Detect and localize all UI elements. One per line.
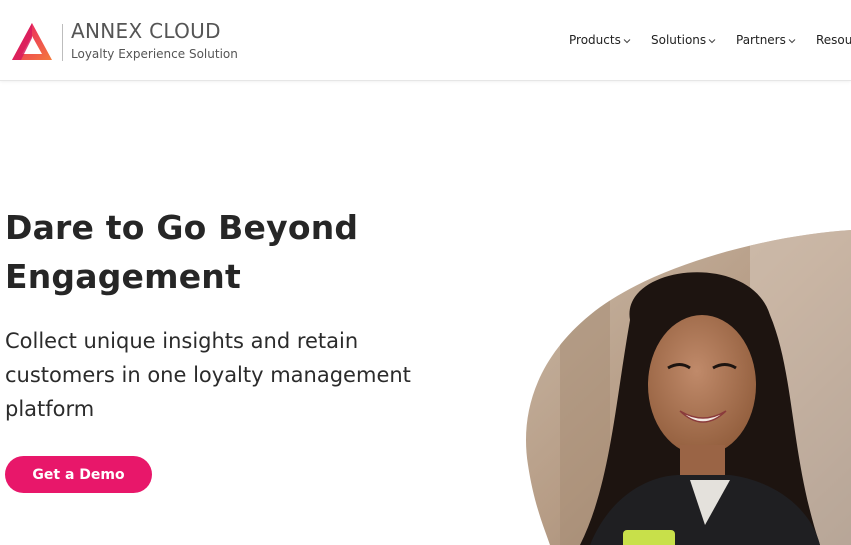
get-a-demo-button[interactable]: Get a Demo — [5, 456, 152, 493]
brand-name: ANNEX CLOUD — [71, 19, 221, 43]
chevron-down-icon — [623, 38, 631, 43]
chevron-down-icon — [708, 38, 716, 43]
nav-item-label: Partners — [736, 33, 786, 47]
hero-subtitle: Collect unique insights and retain custo… — [5, 329, 411, 421]
chevron-down-icon — [788, 38, 796, 43]
nav-item-partners[interactable]: Partners — [736, 33, 796, 47]
hero-title-line2: Engagement — [5, 257, 241, 296]
logo-divider — [62, 24, 63, 61]
brand-tagline: Loyalty Experience Solution — [71, 47, 238, 61]
nav-item-resources[interactable]: Resou — [816, 33, 851, 47]
hero-title-line1: Dare to Go Beyond — [5, 208, 359, 247]
nav-item-label: Solutions — [651, 33, 707, 47]
hero-photo — [525, 230, 851, 545]
site-header: ANNEX CLOUD Loyalty Experience Solution … — [0, 0, 851, 81]
hero-title: Dare to Go Beyond Engagement — [5, 203, 425, 301]
nav-item-solutions[interactable]: Solutions — [651, 33, 716, 47]
nav-item-products[interactable]: Products — [569, 33, 631, 47]
nav-item-label: Products — [569, 33, 621, 47]
annex-cloud-logo-icon — [12, 23, 52, 60]
nav-item-label: Resou — [816, 33, 851, 47]
